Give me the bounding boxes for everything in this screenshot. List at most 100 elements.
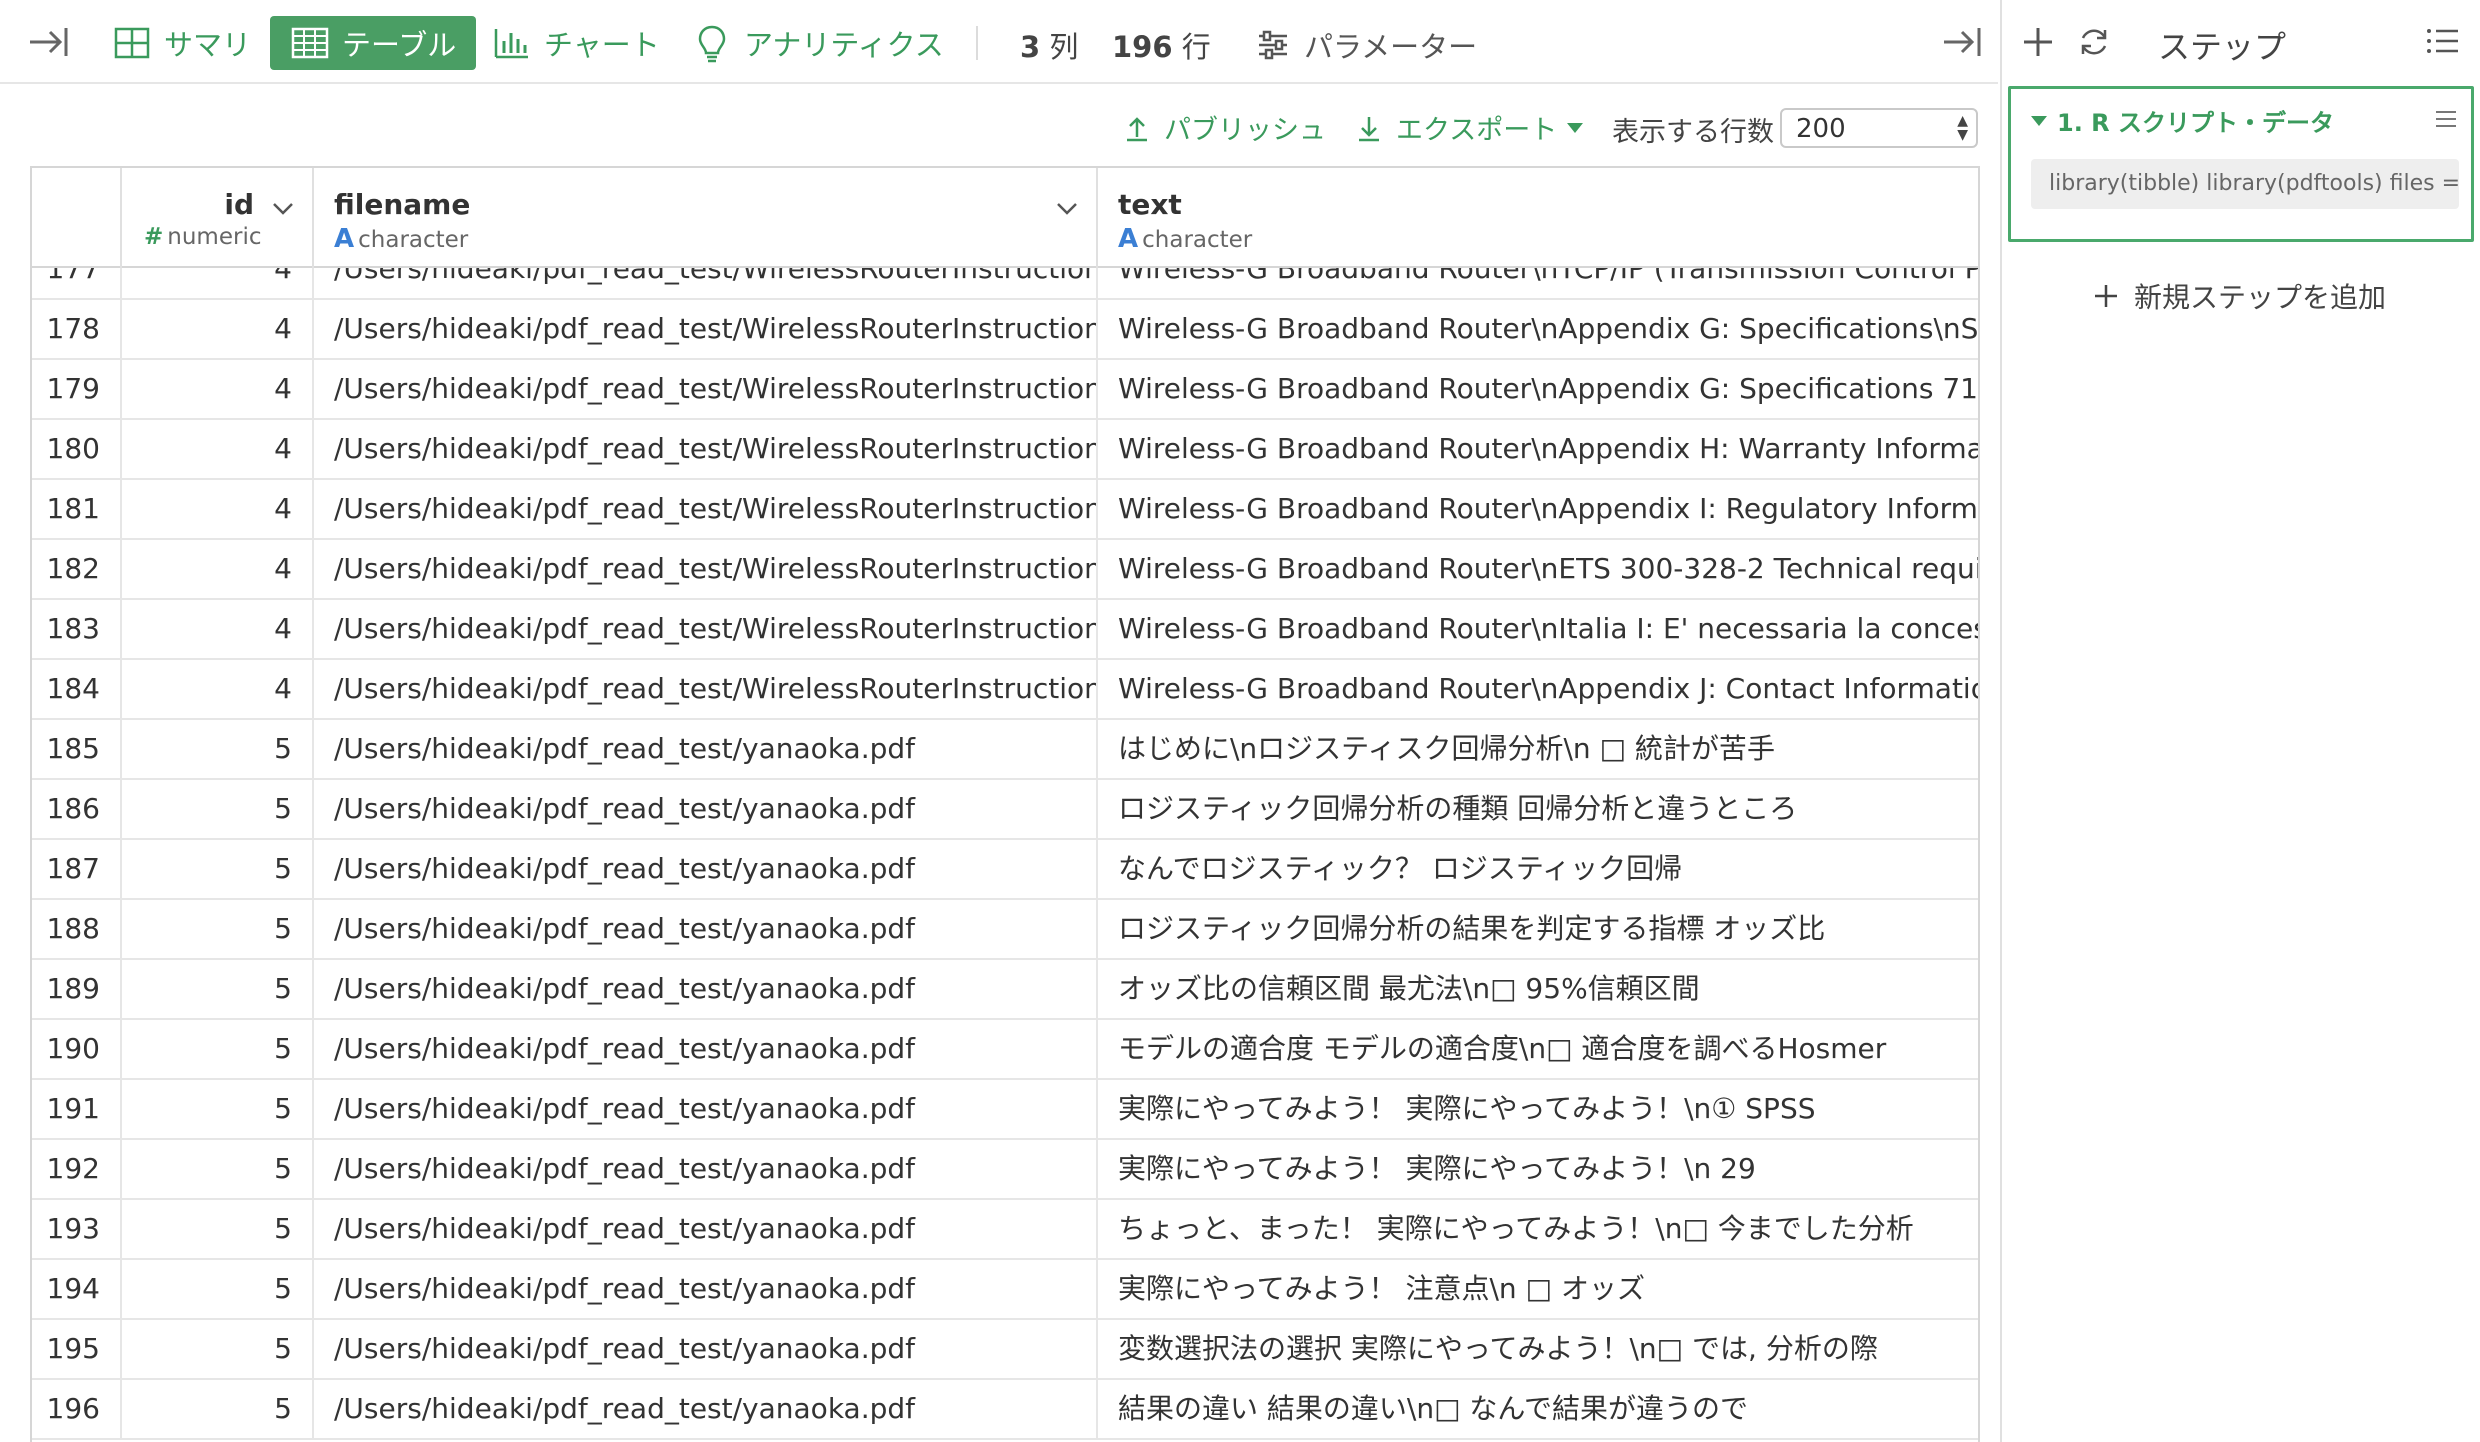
filename-cell[interactable]: /Users/hideaki/pdf_read_test/yanaoka.pdf: [314, 1260, 1098, 1320]
table-row[interactable]: 187 5/Users/hideaki/pdf_read_test/yanaoka…: [32, 840, 1978, 900]
step-title[interactable]: 1. R スクリプト・データ: [2031, 103, 2334, 138]
id-cell[interactable]: 4: [122, 360, 314, 420]
filename-cell[interactable]: /Users/hideaki/pdf_read_test/yanaoka.pdf: [314, 780, 1098, 840]
id-cell[interactable]: 5: [122, 1320, 314, 1380]
id-cell[interactable]: 4: [122, 600, 314, 660]
id-cell[interactable]: 5: [122, 960, 314, 1020]
row-number-cell[interactable]: 190: [32, 1020, 122, 1080]
row-number-cell[interactable]: 196: [32, 1380, 122, 1440]
id-cell[interactable]: 5: [122, 1200, 314, 1260]
row-number-cell[interactable]: 195: [32, 1320, 122, 1380]
id-cell[interactable]: 4: [122, 540, 314, 600]
id-cell[interactable]: 4: [122, 660, 314, 720]
row-number-cell[interactable]: 183: [32, 600, 122, 660]
collapse-right-icon[interactable]: [1940, 22, 1984, 62]
id-cell[interactable]: 5: [122, 1020, 314, 1080]
add-icon[interactable]: [2020, 24, 2056, 60]
filename-cell[interactable]: /Users/hideaki/pdf_read_test/yanaoka.pdf: [314, 840, 1098, 900]
tab-chart[interactable]: チャート: [480, 16, 672, 70]
text-cell[interactable]: Wireless-G Broadband Router\nAppendix G:…: [1098, 300, 1978, 360]
chevron-down-icon[interactable]: [1054, 198, 1080, 218]
add-step-button[interactable]: 新規ステップを追加: [2092, 276, 2386, 316]
text-cell[interactable]: Wireless-G Broadband Router\nAppendix I:…: [1098, 480, 1978, 540]
row-number-cell[interactable]: 181: [32, 480, 122, 540]
text-cell[interactable]: 変数選択法の選択 実際にやってみよう！\n□ では, 分析の際: [1098, 1320, 1978, 1380]
text-cell[interactable]: 実際にやってみよう！ 実際にやってみよう！\n① SPSS: [1098, 1080, 1978, 1140]
filename-cell[interactable]: /Users/hideaki/pdf_read_test/yanaoka.pdf: [314, 720, 1098, 780]
parameters-button[interactable]: パラメーター: [1256, 24, 1477, 66]
text-cell[interactable]: なんでロジスティック？ ロジスティック回帰: [1098, 840, 1978, 900]
table-row[interactable]: 196 5/Users/hideaki/pdf_read_test/yanaoka…: [32, 1380, 1978, 1440]
table-row[interactable]: 194 5/Users/hideaki/pdf_read_test/yanaoka…: [32, 1260, 1978, 1320]
text-cell[interactable]: オッズ比の信頼区間 最尤法\n□ 95%信頼区間: [1098, 960, 1978, 1020]
table-row[interactable]: 183 4/Users/hideaki/pdf_read_test/Wireles…: [32, 600, 1978, 660]
table-row[interactable]: 184 4/Users/hideaki/pdf_read_test/Wireles…: [32, 660, 1978, 720]
column-header-id[interactable]: id # numeric: [122, 168, 314, 268]
table-row[interactable]: 180 4/Users/hideaki/pdf_read_test/Wireles…: [32, 420, 1978, 480]
id-cell[interactable]: 5: [122, 1080, 314, 1140]
text-cell[interactable]: Wireless-G Broadband Router\nAppendix J:…: [1098, 660, 1978, 720]
text-cell[interactable]: Wireless-G Broadband Router\nAppendix H:…: [1098, 420, 1978, 480]
row-number-cell[interactable]: 193: [32, 1200, 122, 1260]
text-cell[interactable]: 実際にやってみよう！ 実際にやってみよう！\n 29: [1098, 1140, 1978, 1200]
column-header-filename[interactable]: filename Acharacter: [314, 168, 1098, 268]
row-number-cell[interactable]: 178: [32, 300, 122, 360]
id-cell[interactable]: 5: [122, 780, 314, 840]
filename-cell[interactable]: /Users/hideaki/pdf_read_test/WirelessRou…: [314, 600, 1098, 660]
table-row[interactable]: 191 5/Users/hideaki/pdf_read_test/yanaoka…: [32, 1080, 1978, 1140]
text-cell[interactable]: ちょっと、まった！ 実際にやってみよう！\n□ 今までした分析: [1098, 1200, 1978, 1260]
publish-button[interactable]: パブリッシュ: [1122, 108, 1326, 147]
id-cell[interactable]: 4: [122, 480, 314, 540]
filename-cell[interactable]: /Users/hideaki/pdf_read_test/yanaoka.pdf: [314, 1200, 1098, 1260]
id-cell[interactable]: 5: [122, 1260, 314, 1320]
filename-cell[interactable]: /Users/hideaki/pdf_read_test/WirelessRou…: [314, 480, 1098, 540]
id-cell[interactable]: 5: [122, 720, 314, 780]
table-row[interactable]: 181 4/Users/hideaki/pdf_read_test/Wireles…: [32, 480, 1978, 540]
filename-cell[interactable]: /Users/hideaki/pdf_read_test/WirelessRou…: [314, 300, 1098, 360]
text-cell[interactable]: Wireless-G Broadband Router\nItalia I: E…: [1098, 600, 1978, 660]
text-cell[interactable]: ロジスティック回帰分析の結果を判定する指標 オッズ比: [1098, 900, 1978, 960]
row-number-cell[interactable]: 182: [32, 540, 122, 600]
filename-cell[interactable]: /Users/hideaki/pdf_read_test/yanaoka.pdf: [314, 1380, 1098, 1440]
tab-summary[interactable]: サマリ: [100, 16, 263, 70]
filename-cell[interactable]: /Users/hideaki/pdf_read_test/WirelessRou…: [314, 420, 1098, 480]
filename-cell[interactable]: /Users/hideaki/pdf_read_test/yanaoka.pdf: [314, 1140, 1098, 1200]
column-header-text[interactable]: text Acharacter: [1098, 168, 1978, 268]
table-row[interactable]: 186 5/Users/hideaki/pdf_read_test/yanaoka…: [32, 780, 1978, 840]
row-number-cell[interactable]: 189: [32, 960, 122, 1020]
filename-cell[interactable]: /Users/hideaki/pdf_read_test/yanaoka.pdf: [314, 1080, 1098, 1140]
table-row[interactable]: 179 4/Users/hideaki/pdf_read_test/Wireles…: [32, 360, 1978, 420]
table-row[interactable]: 195 5/Users/hideaki/pdf_read_test/yanaoka…: [32, 1320, 1978, 1380]
hamburger-menu-icon[interactable]: [2433, 107, 2459, 131]
row-number-cell[interactable]: 184: [32, 660, 122, 720]
text-cell[interactable]: Wireless-G Broadband Router\nETS 300-328…: [1098, 540, 1978, 600]
row-number-cell[interactable]: 179: [32, 360, 122, 420]
id-cell[interactable]: 5: [122, 1140, 314, 1200]
table-row[interactable]: 192 5/Users/hideaki/pdf_read_test/yanaoka…: [32, 1140, 1978, 1200]
chevron-down-icon[interactable]: [270, 198, 296, 218]
text-cell[interactable]: 実際にやってみよう！ 注意点\n □ オッズ: [1098, 1260, 1978, 1320]
row-number-cell[interactable]: 188: [32, 900, 122, 960]
row-number-cell[interactable]: 186: [32, 780, 122, 840]
list-view-icon[interactable]: [2426, 26, 2460, 56]
filename-cell[interactable]: /Users/hideaki/pdf_read_test/WirelessRou…: [314, 540, 1098, 600]
text-cell[interactable]: Wireless-G Broadband Router\nAppendix G:…: [1098, 360, 1978, 420]
id-cell[interactable]: 5: [122, 1380, 314, 1440]
tab-analytics[interactable]: アナリティクス: [680, 16, 956, 70]
export-button[interactable]: エクスポート: [1354, 108, 1584, 147]
filename-cell[interactable]: /Users/hideaki/pdf_read_test/yanaoka.pdf: [314, 900, 1098, 960]
table-row[interactable]: 190 5/Users/hideaki/pdf_read_test/yanaoka…: [32, 1020, 1978, 1080]
filename-cell[interactable]: /Users/hideaki/pdf_read_test/yanaoka.pdf: [314, 1020, 1098, 1080]
row-number-cell[interactable]: 194: [32, 1260, 122, 1320]
filename-cell[interactable]: /Users/hideaki/pdf_read_test/WirelessRou…: [314, 360, 1098, 420]
filename-cell[interactable]: /Users/hideaki/pdf_read_test/yanaoka.pdf: [314, 1320, 1098, 1380]
table-row[interactable]: 178 4/Users/hideaki/pdf_read_test/Wireles…: [32, 300, 1978, 360]
text-cell[interactable]: ロジスティック回帰分析の種類 回帰分析と違うところ: [1098, 780, 1978, 840]
row-number-cell[interactable]: 187: [32, 840, 122, 900]
refresh-icon[interactable]: [2076, 24, 2112, 60]
row-number-cell[interactable]: 192: [32, 1140, 122, 1200]
filename-cell[interactable]: /Users/hideaki/pdf_read_test/WirelessRou…: [314, 660, 1098, 720]
rows-to-show-select[interactable]: 200 ▲ ▼: [1780, 108, 1978, 148]
expand-triangle-icon[interactable]: [2031, 115, 2047, 126]
step-card[interactable]: 1. R スクリプト・データ library(tibble) library(p…: [2008, 86, 2474, 242]
